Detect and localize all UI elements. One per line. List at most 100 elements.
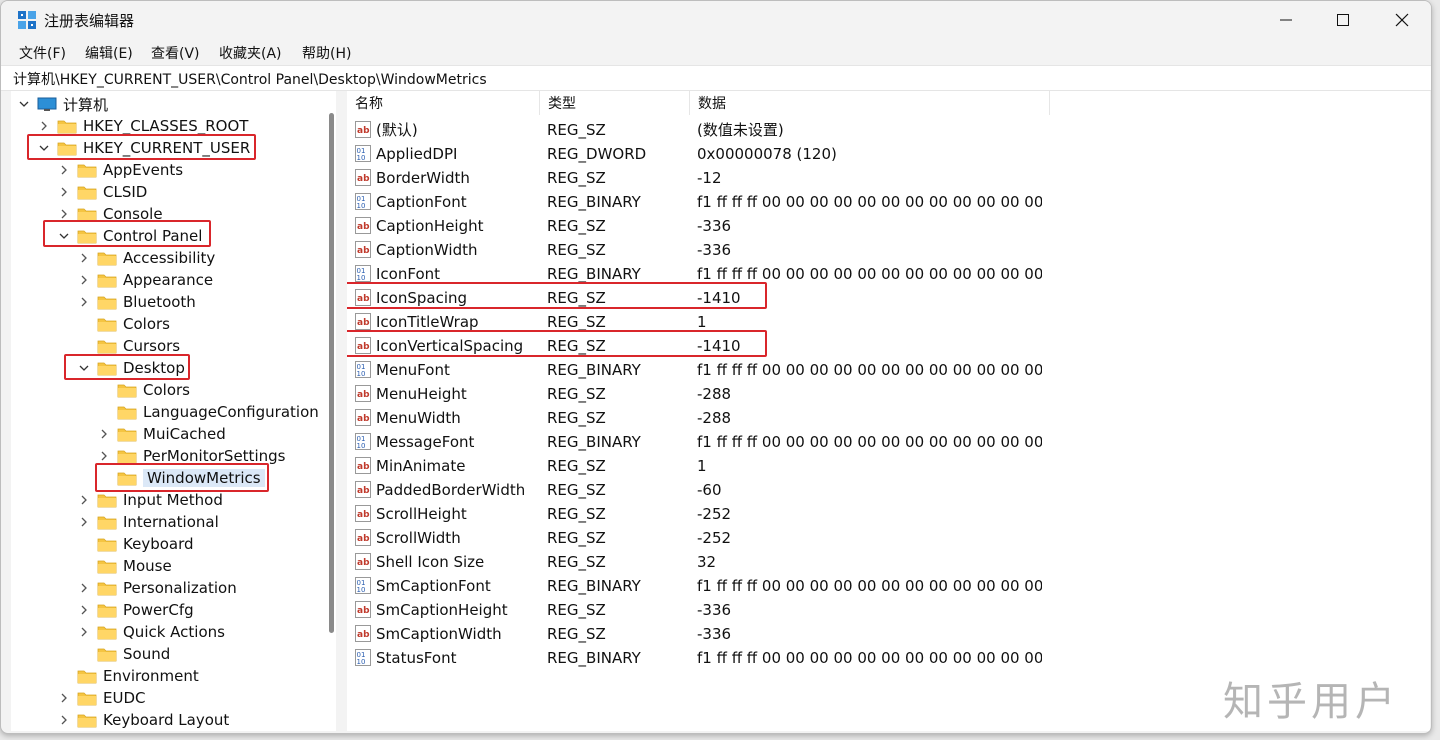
value-row[interactable]: ab Shell Icon Size REG_SZ 32 xyxy=(347,550,1430,574)
chevron-right-icon[interactable] xyxy=(59,715,69,725)
folder-icon xyxy=(97,340,117,353)
value-row[interactable]: ab SmCaptionHeight REG_SZ -336 xyxy=(347,598,1430,622)
minimize-button[interactable] xyxy=(1257,1,1315,39)
menu-favorites[interactable]: 收藏夹(A) xyxy=(219,43,282,63)
value-row[interactable]: ab ScrollHeight REG_SZ -252 xyxy=(347,502,1430,526)
tree-node[interactable]: 计算机 xyxy=(19,93,108,115)
tree-node[interactable]: PerMonitorSettings xyxy=(99,445,285,467)
tree-node[interactable]: LanguageConfiguration xyxy=(99,401,319,423)
value-row[interactable]: 01 10 SmCaptionFont REG_BINARY f1 ff ff ff 0… xyxy=(347,574,1430,598)
tree-node[interactable]: Console xyxy=(59,203,163,225)
maximize-button[interactable] xyxy=(1314,1,1372,39)
tree-node[interactable]: Appearance xyxy=(79,269,213,291)
column-header-data[interactable]: 数据 xyxy=(690,91,1050,115)
chevron-right-icon[interactable] xyxy=(59,209,69,219)
tree-node[interactable]: Keyboard xyxy=(79,533,194,555)
tree-node[interactable]: Personalization xyxy=(79,577,237,599)
tree-node[interactable]: Bluetooth xyxy=(79,291,196,313)
chevron-right-icon[interactable] xyxy=(79,495,89,505)
tree-node-label: EUDC xyxy=(103,689,146,707)
chevron-right-icon[interactable] xyxy=(99,451,109,461)
chevron-down-icon[interactable] xyxy=(19,99,29,109)
value-row[interactable]: ab SmCaptionWidth REG_SZ -336 xyxy=(347,622,1430,646)
close-icon xyxy=(1395,13,1409,27)
tree-node[interactable]: Mouse xyxy=(79,555,172,577)
chevron-right-icon[interactable] xyxy=(59,165,69,175)
tree-node[interactable]: Desktop xyxy=(79,357,185,379)
value-row[interactable]: ab MenuWidth REG_SZ -288 xyxy=(347,406,1430,430)
tree-node[interactable]: Accessibility xyxy=(79,247,215,269)
value-row[interactable]: 01 10 CaptionFont REG_BINARY f1 ff ff ff 00 … xyxy=(347,190,1430,214)
folder-icon xyxy=(77,670,97,683)
tree-node[interactable]: Input Method xyxy=(79,489,223,511)
tree-node[interactable]: Control Panel xyxy=(59,225,202,247)
tree-node[interactable]: EUDC xyxy=(59,687,145,709)
chevron-right-icon[interactable] xyxy=(39,121,49,131)
value-row[interactable]: 01 10 AppliedDPI REG_DWORD 0x00000078 (120) xyxy=(347,142,1430,166)
column-header-name[interactable]: 名称 xyxy=(347,91,540,115)
value-type: REG_BINARY xyxy=(547,361,641,379)
values-pane[interactable]: 名称 类型 数据 ab (默认) REG_SZ (数值未设置) 01 10 AppliedD… xyxy=(347,91,1430,731)
value-row[interactable]: ab IconVerticalSpacing REG_SZ -1410 xyxy=(347,334,1430,358)
chevron-down-icon[interactable] xyxy=(39,143,49,153)
value-row[interactable]: ab BorderWidth REG_SZ -12 xyxy=(347,166,1430,190)
tree-node-label: WindowMetrics xyxy=(143,469,265,487)
tree-node[interactable]: Colors xyxy=(99,379,190,401)
column-header-type[interactable]: 类型 xyxy=(540,91,690,115)
menu-file[interactable]: 文件(F) xyxy=(19,43,66,63)
value-row[interactable]: 01 10 StatusFont REG_BINARY f1 ff ff ff 00 0… xyxy=(347,646,1430,670)
menu-edit[interactable]: 编辑(E) xyxy=(85,43,133,63)
chevron-right-icon[interactable] xyxy=(79,605,89,615)
pane-splitter[interactable] xyxy=(338,91,346,731)
value-row[interactable]: 01 10 MessageFont REG_BINARY f1 ff ff ff 00 … xyxy=(347,430,1430,454)
address-bar[interactable]: 计算机\HKEY_CURRENT_USER\Control Panel\Desk… xyxy=(1,65,1431,91)
chevron-right-icon[interactable] xyxy=(79,627,89,637)
folder-icon xyxy=(97,252,117,265)
tree-node[interactable]: PowerCfg xyxy=(79,599,194,621)
value-row[interactable]: ab CaptionHeight REG_SZ -336 xyxy=(347,214,1430,238)
value-row[interactable]: ab ScrollWidth REG_SZ -252 xyxy=(347,526,1430,550)
tree-node[interactable]: Environment xyxy=(59,665,199,687)
menu-help[interactable]: 帮助(H) xyxy=(302,43,351,63)
chevron-down-icon[interactable] xyxy=(79,363,89,373)
chevron-right-icon[interactable] xyxy=(99,429,109,439)
tree-node[interactable]: HKEY_CLASSES_ROOT xyxy=(39,115,248,137)
value-row[interactable]: ab PaddedBorderWidth REG_SZ -60 xyxy=(347,478,1430,502)
chevron-right-icon[interactable] xyxy=(59,693,69,703)
tree-node[interactable]: International xyxy=(79,511,219,533)
value-row[interactable]: 01 10 MenuFont REG_BINARY f1 ff ff ff 00 00 … xyxy=(347,358,1430,382)
string-value-icon: ab xyxy=(355,625,371,642)
address-path[interactable]: 计算机\HKEY_CURRENT_USER\Control Panel\Desk… xyxy=(13,69,487,89)
tree-node[interactable]: Quick Actions xyxy=(79,621,225,643)
value-row[interactable]: ab (默认) REG_SZ (数值未设置) xyxy=(347,118,1430,142)
tree-node[interactable]: Keyboard Layout xyxy=(59,709,229,731)
tree-node[interactable]: WindowMetrics xyxy=(99,467,265,489)
folder-icon xyxy=(97,362,117,375)
key-tree-pane[interactable]: 计算机 HKEY_CLASSES_ROOT HKEY_CURRENT_USER App… xyxy=(11,91,336,731)
value-row[interactable]: ab IconTitleWrap REG_SZ 1 xyxy=(347,310,1430,334)
value-row[interactable]: ab MinAnimate REG_SZ 1 xyxy=(347,454,1430,478)
tree-node[interactable]: Sound xyxy=(79,643,170,665)
chevron-right-icon[interactable] xyxy=(79,517,89,527)
svg-text:ab: ab xyxy=(357,558,370,568)
value-row[interactable]: ab CaptionWidth REG_SZ -336 xyxy=(347,238,1430,262)
menu-view[interactable]: 查看(V) xyxy=(151,43,200,63)
tree-node[interactable]: HKEY_CURRENT_USER xyxy=(39,137,250,159)
chevron-right-icon[interactable] xyxy=(79,253,89,263)
tree-node[interactable]: MuiCached xyxy=(99,423,226,445)
tree-node[interactable]: AppEvents xyxy=(59,159,183,181)
value-row[interactable]: ab MenuHeight REG_SZ -288 xyxy=(347,382,1430,406)
value-row[interactable]: 01 10 IconFont REG_BINARY f1 ff ff ff 00 00 … xyxy=(347,262,1430,286)
chevron-right-icon[interactable] xyxy=(79,275,89,285)
tree-scrollbar[interactable] xyxy=(329,113,334,633)
chevron-right-icon[interactable] xyxy=(79,583,89,593)
tree-node[interactable]: Colors xyxy=(79,313,170,335)
folder-icon xyxy=(57,142,77,155)
close-button[interactable] xyxy=(1373,1,1431,39)
chevron-down-icon[interactable] xyxy=(59,231,69,241)
tree-node[interactable]: Cursors xyxy=(79,335,180,357)
value-row[interactable]: ab IconSpacing REG_SZ -1410 xyxy=(347,286,1430,310)
chevron-right-icon[interactable] xyxy=(59,187,69,197)
tree-node[interactable]: CLSID xyxy=(59,181,147,203)
chevron-right-icon[interactable] xyxy=(79,297,89,307)
